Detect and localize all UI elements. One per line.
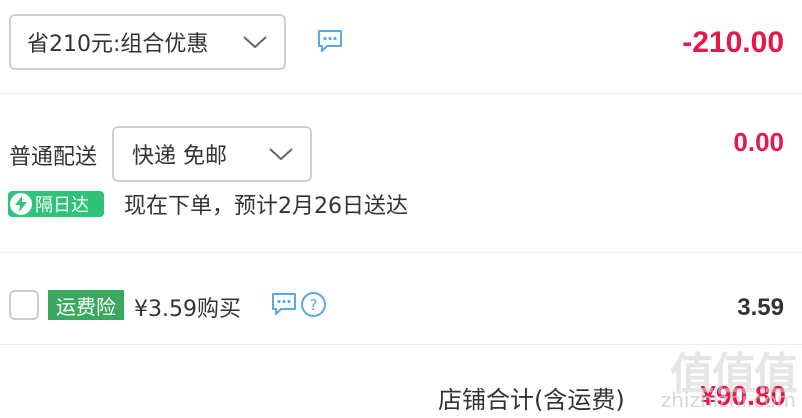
next-day-badge: 隔日达 bbox=[8, 191, 104, 217]
shipping-select-label: 快递 免邮 bbox=[132, 144, 227, 169]
discount-amount: -210.00 bbox=[682, 26, 784, 59]
insurance-badge: 运费险 bbox=[48, 290, 124, 320]
delivery-estimate: 现在下单，预计2月26日送达 bbox=[124, 194, 408, 219]
shipping-amount: 0.00 bbox=[733, 127, 784, 157]
insurance-price: ¥3.59购买 bbox=[134, 297, 241, 322]
discount-select-label: 省210元:组合优惠 bbox=[27, 32, 209, 57]
shipping-select[interactable]: 快递 免邮 bbox=[112, 126, 312, 182]
divider bbox=[0, 93, 802, 94]
chat-bubble-icon[interactable] bbox=[270, 291, 298, 317]
chevron-down-icon bbox=[243, 36, 267, 49]
svg-text:?: ? bbox=[310, 296, 318, 314]
help-icon[interactable]: ? bbox=[300, 291, 327, 318]
next-day-badge-label: 隔日达 bbox=[35, 195, 89, 216]
discount-select[interactable]: 省210元:组合优惠 bbox=[9, 14, 286, 70]
chat-bubble-icon[interactable] bbox=[316, 28, 344, 54]
watermark-url: zhizhizhi.com bbox=[660, 388, 796, 412]
divider bbox=[0, 252, 802, 253]
shipping-label: 普通配送 bbox=[9, 145, 98, 170]
lightning-icon bbox=[10, 193, 32, 215]
chevron-down-icon bbox=[269, 148, 293, 161]
total-label: 店铺合计(含运费) bbox=[438, 386, 625, 414]
insurance-amount: 3.59 bbox=[737, 294, 784, 321]
insurance-checkbox[interactable] bbox=[9, 290, 39, 320]
